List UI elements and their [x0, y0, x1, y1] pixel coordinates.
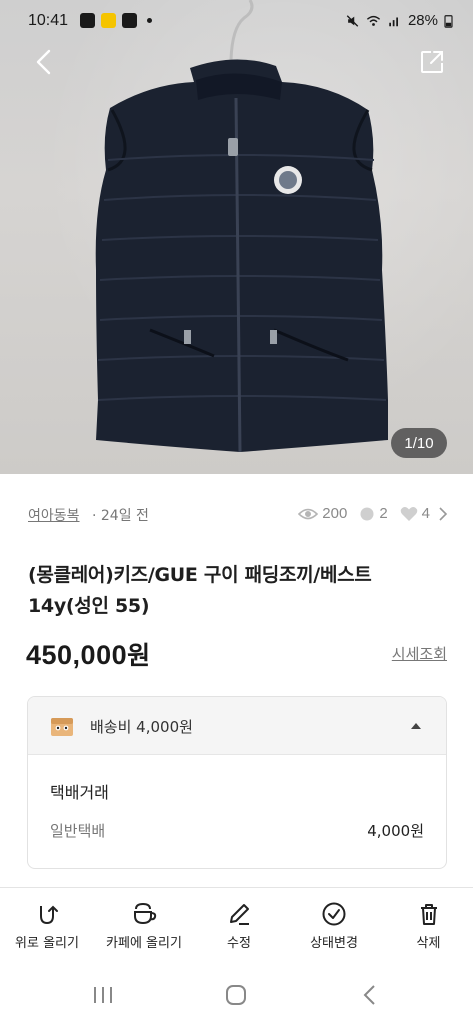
- bump-up-icon: [40, 905, 58, 925]
- status-time: 10:41: [28, 12, 69, 29]
- trash-icon: [420, 904, 437, 925]
- wifi-icon: [366, 15, 381, 26]
- home-icon: [226, 985, 246, 1005]
- system-back-button[interactable]: [354, 980, 384, 1010]
- posted-time: · 24일 전: [92, 508, 149, 524]
- recent-apps-button[interactable]: [88, 980, 118, 1010]
- vest-image: [95, 0, 388, 453]
- more-notifications-icon: [147, 18, 152, 23]
- shipping-option: 일반택배: [50, 822, 106, 840]
- chat-icon: [360, 507, 374, 520]
- status-bar: 10:41 28%: [0, 0, 473, 44]
- price-unit: 원: [127, 641, 151, 670]
- eye-icon: [298, 508, 319, 519]
- chevron-right-icon: [439, 506, 448, 521]
- post-to-cafe-button[interactable]: 카페에 올리기: [94, 888, 194, 968]
- edit-label: 수정: [227, 936, 251, 951]
- market-price-link[interactable]: 시세조회: [392, 643, 447, 664]
- bump-up-label: 위로 올리기: [15, 936, 79, 951]
- status-system-icons: 28%: [345, 12, 453, 29]
- product-photo[interactable]: 10:41 28% 1/10: [0, 0, 473, 474]
- hd-voice-icon: [122, 13, 137, 28]
- product-title: (몽클레어)키즈/GUE 구이 패딩조끼/베스트 14y(성인 55): [28, 560, 448, 622]
- category-link[interactable]: 여아동복: [28, 505, 80, 525]
- share-icon: [421, 51, 443, 73]
- chats-count: 2: [379, 505, 388, 522]
- stats-group[interactable]: 200 2 4: [298, 505, 448, 522]
- back-chevron-icon: [363, 985, 375, 1005]
- battery-icon: [444, 14, 453, 28]
- recent-apps-icon: [94, 987, 112, 1003]
- status-check-icon: [322, 902, 346, 926]
- shipping-type: 택배거래: [50, 783, 109, 802]
- product-title-line1: (몽클레어)키즈/GUE 구이 패딩조끼/베스트: [28, 564, 372, 586]
- shipping-body: 택배거래 일반택배 4,000원: [28, 755, 446, 868]
- back-button[interactable]: [26, 45, 60, 79]
- change-status-label: 상태변경: [310, 936, 358, 951]
- views-count: 200: [322, 505, 348, 522]
- price-amount: 450,000: [26, 640, 128, 670]
- product-price: 450,000원: [26, 636, 151, 672]
- shipping-header[interactable]: 배송비 4,000원: [28, 697, 446, 755]
- home-button[interactable]: [221, 980, 251, 1010]
- cafe-icon: [134, 902, 157, 925]
- shipping-fee-label: 배송비 4,000원: [90, 718, 193, 736]
- product-title-line2: 14y(성인 55): [28, 595, 150, 617]
- shipping-option-fee: 4,000원: [367, 822, 424, 840]
- caret-up-icon: [411, 723, 421, 729]
- post-to-cafe-label: 카페에 올리기: [106, 936, 182, 951]
- change-status-button[interactable]: 상태변경: [284, 888, 384, 968]
- edit-icon: [230, 904, 249, 925]
- mute-icon: [346, 14, 359, 27]
- chevron-left-icon: [36, 49, 51, 75]
- app-icon: [101, 13, 116, 28]
- bottom-toolbar: 위로 올리기 카페에 올리기 수정 상태변경 삭제: [0, 888, 473, 968]
- share-button[interactable]: [415, 45, 449, 79]
- shipping-card: 배송비 4,000원 택배거래 일반택배 4,000원: [27, 696, 447, 869]
- likes-count: 4: [421, 505, 430, 522]
- status-notification-icons: [80, 13, 152, 28]
- system-navigation-bar: [0, 968, 473, 1024]
- signal-icon: [389, 17, 398, 26]
- photo-counter: 1/10: [391, 428, 447, 458]
- heart-icon: [400, 506, 417, 521]
- delete-button[interactable]: 삭제: [384, 888, 473, 968]
- battery-percent: 28%: [407, 12, 438, 29]
- bump-up-button[interactable]: 위로 올리기: [0, 888, 94, 968]
- meta-row: 여아동복 · 24일 전 200 2 4: [28, 505, 448, 527]
- delete-label: 삭제: [416, 936, 441, 951]
- edit-button[interactable]: 수정: [194, 888, 284, 968]
- gallery-icon: [80, 13, 95, 28]
- box-character-icon: [51, 718, 73, 736]
